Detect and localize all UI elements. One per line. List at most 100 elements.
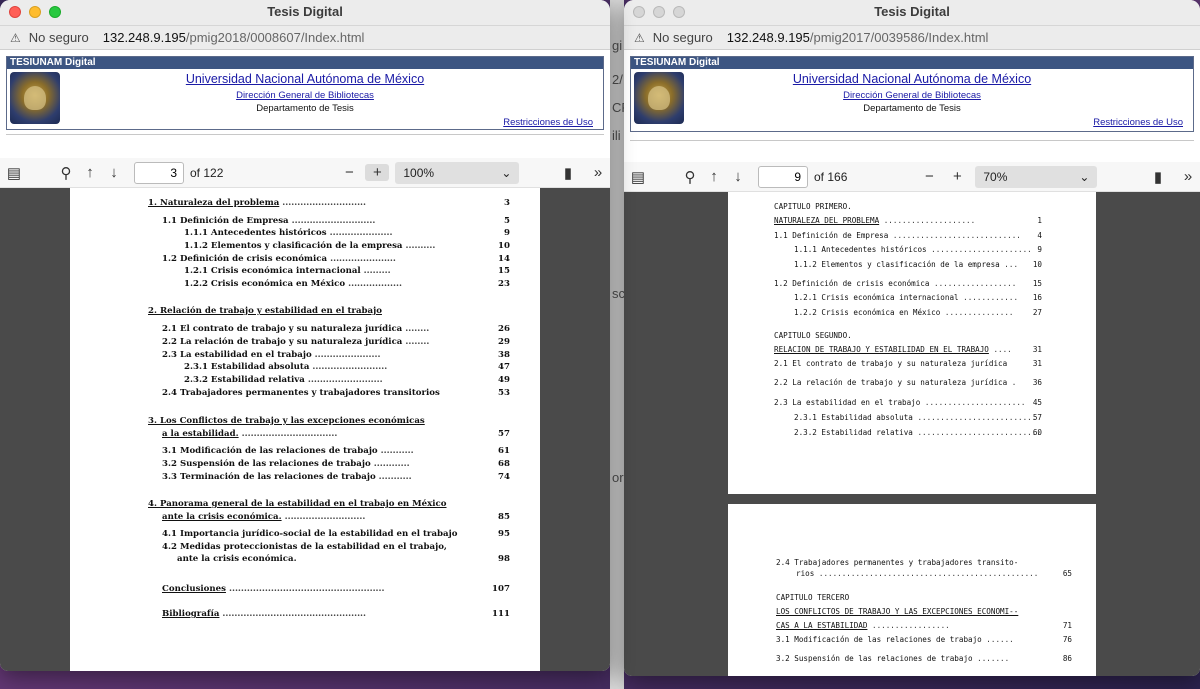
toc-page-number: 85 <box>498 512 510 522</box>
toc-leader-dots: .......... <box>402 241 436 251</box>
chevron-down-icon: ⌄ <box>501 165 512 180</box>
pdf-viewer[interactable]: 1. Naturaleza del problema .............… <box>0 188 610 671</box>
toc-leader-dots: ........................... <box>281 512 366 522</box>
zoom-in-icon[interactable]: + <box>365 164 390 181</box>
toc-entry-title: NATURALEZA DEL PROBLEMA <box>774 216 880 225</box>
previous-page-icon[interactable]: ↑ <box>78 164 102 181</box>
address-bar[interactable]: ⚠ No seguro 132.248.9.195/pmig2018/00086… <box>0 26 610 50</box>
dgb-link[interactable]: Dirección General de Bibliotecas <box>631 90 1193 101</box>
toc-entry-title: CAPITULO PRIMERO. <box>774 202 852 211</box>
dgb-link[interactable]: Dirección General de Bibliotecas <box>7 90 603 101</box>
toc-entry-title: 2. Relación de trabajo y estabilidad en … <box>148 306 382 316</box>
toc-entry: 1.2.2 Crisis económica en México .......… <box>794 308 1013 317</box>
toc-entry: ante la crisis económica. ..............… <box>162 512 365 522</box>
toc-entry-title: ante la crisis económica. <box>162 512 282 522</box>
background-fragment: ili <box>612 128 621 143</box>
toc-page-number: 53 <box>498 388 510 398</box>
toc-leader-dots: ........... <box>375 472 412 482</box>
toc-leader-dots: ......... <box>360 266 391 276</box>
restrictions-link[interactable]: Restricciones de Uso <box>1093 117 1183 128</box>
toc-entry: 3.2 Suspensión de las relaciones de trab… <box>776 654 1009 663</box>
toc-entry: 1.1 Definición de Empresa ..............… <box>162 216 375 226</box>
zoom-out-icon[interactable]: − <box>917 168 941 185</box>
toc-entry: 3. Los Conflictos de trabajo y las excep… <box>148 416 425 426</box>
toc-entry-title: 1.2.1 Crisis económica internacional <box>794 293 959 302</box>
page-number-input[interactable] <box>134 161 184 184</box>
previous-page-icon[interactable]: ↑ <box>702 168 726 185</box>
toc-leader-dots: ........................................… <box>814 569 1039 578</box>
toc-entry-title: CAS A LA ESTABILIDAD <box>776 621 868 630</box>
toc-entry: 2.2 La relación de trabajo y su naturale… <box>774 378 1016 387</box>
restrictions-link[interactable]: Restricciones de Uso <box>503 117 593 128</box>
titlebar[interactable]: Tesis Digital <box>0 0 610 26</box>
toc-leader-dots: ........ <box>402 324 430 334</box>
toc-entry-title: LOS CONFLICTOS DE TRABAJO Y LAS EXCEPCIO… <box>776 607 1019 616</box>
toc-page-number: 27 <box>1032 308 1042 317</box>
toc-entry-title: 1.2.2 Crisis económica en México <box>184 279 346 289</box>
bookmark-icon[interactable]: ▮ <box>556 164 580 182</box>
toc-entry-title: 1.2 Definición de crisis económica <box>774 279 930 288</box>
toc-entry-title: 2.3.1 Estabilidad absoluta <box>184 362 310 372</box>
toc-entry: 1.1.2 Elementos y clasificación de la em… <box>184 241 435 251</box>
toc-entry-title: 2.2 La relación de trabajo y su naturale… <box>774 378 1008 387</box>
toc-entry: 2.1 El contrato de trabajo y su naturale… <box>774 359 1007 368</box>
more-tools-icon[interactable]: » <box>1176 168 1200 185</box>
toc-entry: Bibliografía ...........................… <box>162 609 366 619</box>
tesiunam-bar: TESIUNAM Digital <box>631 57 1193 69</box>
sidebar-toggle-icon[interactable]: ▤ <box>2 164 26 182</box>
toc-leader-dots: ........................................… <box>225 584 385 594</box>
window-title: Tesis Digital <box>874 4 950 19</box>
toc-page-number: 45 <box>1032 398 1042 407</box>
toc-entry-title: 4. Panorama general de la estabilidad en… <box>148 499 447 509</box>
toc-leader-dots: ............................ <box>888 231 1021 240</box>
toc-entry: 3.1 Modificación de las relaciones de tr… <box>776 635 1014 644</box>
toc-leader-dots: ............... <box>940 308 1014 317</box>
titlebar[interactable]: Tesis Digital <box>624 0 1200 26</box>
zoom-in-icon[interactable]: + <box>945 168 969 185</box>
more-tools-icon[interactable]: » <box>586 164 610 181</box>
toc-entry: 3.1 Modificación de las relaciones de tr… <box>162 446 414 456</box>
unam-title-link[interactable]: Universidad Nacional Autónoma de México <box>7 72 603 86</box>
toc-entry-title: 2.2 La relación de trabajo y su naturale… <box>162 337 403 347</box>
search-icon[interactable]: ⚲ <box>678 168 702 186</box>
toc-leader-dots: ..................... <box>326 228 393 238</box>
url-host: 132.248.9.195 <box>102 30 186 45</box>
toc-entry: 2.1 El contrato de trabajo y su naturale… <box>162 324 429 334</box>
toc-entry: 2. Relación de trabajo y estabilidad en … <box>148 306 382 316</box>
pdf-viewer[interactable]: CAPITULO PRIMERO. NATURALEZA DEL PROBLEMA… <box>624 192 1200 676</box>
toc-entry: 2.3.1 Estabilidad absoluta .............… <box>184 362 387 372</box>
toc-page-number: 111 <box>492 609 510 619</box>
toc-entry-title: 2.3 La estabilidad en el trabajo <box>162 350 312 360</box>
toc-leader-dots: .................. <box>345 279 402 289</box>
toc-entry: CAS A LA ESTABILIDAD ................. <box>776 621 950 630</box>
toc-page-number: 38 <box>498 350 510 360</box>
toc-leader-dots: .................. <box>929 279 1017 288</box>
toc-leader-dots: ...................... <box>327 254 396 264</box>
next-page-icon[interactable]: ↓ <box>102 164 126 181</box>
toc-entry-title: 3.2 Suspensión de las relaciones de trab… <box>776 654 973 663</box>
toc-entry-title: 1.1 Definición de Empresa <box>774 231 889 240</box>
toc-entry-title: Bibliografía <box>162 609 220 619</box>
page-number-input[interactable] <box>758 165 808 188</box>
sidebar-toggle-icon[interactable]: ▤ <box>626 168 650 186</box>
toc-entry: 4.1 Importancia jurídico-social de la es… <box>162 529 457 539</box>
zoom-select[interactable]: 100% ⌄ <box>395 161 520 184</box>
toc-entry: 1.2.1 Crisis económica internacional ...… <box>794 293 1018 302</box>
window-title: Tesis Digital <box>267 4 343 19</box>
toc-entry-title: 2.3.1 Estabilidad absoluta <box>794 413 913 422</box>
next-page-icon[interactable]: ↓ <box>726 168 750 185</box>
page-count: of 122 <box>190 165 224 180</box>
zoom-out-icon[interactable]: − <box>337 164 361 181</box>
toc-page-number: 15 <box>1032 279 1042 288</box>
search-icon[interactable]: ⚲ <box>54 164 78 182</box>
divider <box>6 134 604 135</box>
toc-page-number: 98 <box>498 554 510 564</box>
address-bar[interactable]: ⚠ No seguro 132.248.9.195/pmig2017/00395… <box>624 26 1200 50</box>
toc-page-number: 4 <box>1037 231 1042 240</box>
bookmark-icon[interactable]: ▮ <box>1146 168 1170 186</box>
department-label: Departamento de Tesis <box>863 103 961 114</box>
zoom-select[interactable]: 70% ⌄ <box>975 165 1098 188</box>
unam-title-link[interactable]: Universidad Nacional Autónoma de México <box>631 72 1193 86</box>
tesiunam-header: TESIUNAM Digital Universidad Nacional Au… <box>630 56 1194 132</box>
toc-entry: rios ...................................… <box>796 569 1038 578</box>
